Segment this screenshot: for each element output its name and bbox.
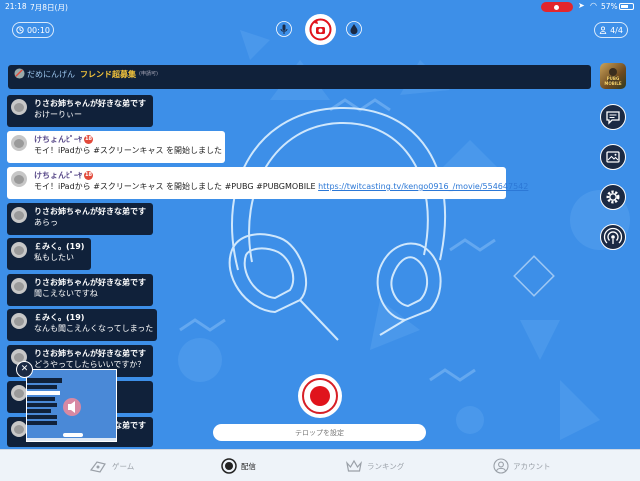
tab-account[interactable]: アカウント xyxy=(493,457,551,475)
comment-author: りさお姉ちゃんが好きな弟です xyxy=(34,207,146,216)
avatar xyxy=(11,313,27,329)
comment-item[interactable]: りさお姉ちゃんが好きな弟です 聞こえないですね xyxy=(7,274,153,306)
wifi-icon: ◠ xyxy=(590,1,597,10)
comment-author: ￡みく。(19) xyxy=(34,313,85,322)
record-button[interactable] xyxy=(298,374,342,418)
comment-author: りさお姉ちゃんが好きな弟です xyxy=(34,99,146,108)
tab-broadcast[interactable]: 配信 xyxy=(221,457,256,475)
banner-name: だめにんげん xyxy=(27,70,75,79)
tab-ranking[interactable]: ランキング xyxy=(345,457,404,475)
avatar xyxy=(11,99,27,115)
tab-label: 配信 xyxy=(241,461,256,471)
avatar xyxy=(11,171,27,187)
rotate-camera-icon xyxy=(309,18,332,41)
banner-tag-sub: (申請可) xyxy=(139,71,158,77)
avatar xyxy=(11,135,27,151)
pip-preview[interactable] xyxy=(26,369,117,442)
banner-tag: フレンド超募集 xyxy=(80,70,136,79)
crown-icon xyxy=(346,459,362,472)
comment-text: モイ！iPadから #スクリーンキャス を開始しました #PUBG #PUBGM… xyxy=(34,182,529,191)
avatar xyxy=(11,278,27,294)
comment-text: あらっ xyxy=(34,218,58,227)
comment-item[interactable]: ￡みく。(19) なんも聞こえんくなってしまった xyxy=(7,309,157,341)
comment-author: ￡みく。(19) xyxy=(34,242,85,251)
game-title: PUBG MOBILE xyxy=(604,76,622,86)
comment-author: けちょんﾋﾟｰﾔ 18 xyxy=(34,135,93,144)
comment-item[interactable]: けちょんﾋﾟｰﾔ 18 モイ！iPadから #スクリーンキャス を開始しました xyxy=(7,131,225,163)
tab-label: ランキング xyxy=(367,461,405,471)
close-icon: ✕ xyxy=(20,364,29,374)
image-icon[interactable] xyxy=(600,144,626,170)
comment-text: 聞こえないですね xyxy=(34,289,98,298)
avatar-icon xyxy=(14,68,25,79)
comment-item[interactable]: りさお姉ちゃんが好きな弟です おけーりぃー xyxy=(7,95,153,127)
caption-input[interactable] xyxy=(213,424,426,441)
bottom-tab-bar: ゲーム 配信 ランキング アカウント xyxy=(0,449,640,481)
game-icon xyxy=(89,461,106,473)
comment-text: 私もしたい xyxy=(34,253,74,262)
tab-label: アカウント xyxy=(513,461,551,471)
camera-toggle-button[interactable] xyxy=(305,14,336,45)
comment-author: りさお姉ちゃんが好きな弟です xyxy=(34,349,146,358)
broadcast-signal-icon[interactable] xyxy=(600,224,626,250)
timer-value: 00:10 xyxy=(26,25,51,35)
avatar xyxy=(11,207,27,223)
comment-text: なんも聞こえんくなってしまった xyxy=(34,324,154,333)
microphone-icon[interactable] xyxy=(276,21,292,37)
account-icon xyxy=(493,458,509,474)
comment-icon[interactable] xyxy=(600,104,626,130)
comment-text: モイ！iPadから #スクリーンキャス を開始しました xyxy=(34,146,223,155)
pip-close-button[interactable]: ✕ xyxy=(16,361,33,378)
avatar xyxy=(11,421,27,437)
comment-author: りさお姉ちゃんが好きな弟です xyxy=(34,278,146,287)
movie-link[interactable]: https://twitcasting.tv/kengo0916_/movie/… xyxy=(318,182,528,191)
comment-author: けちょんﾋﾟｰﾔ 18 xyxy=(34,171,93,180)
age-badge: 18 xyxy=(84,135,93,144)
comment-text: おけーりぃー xyxy=(34,110,82,119)
recording-indicator-icon xyxy=(541,2,573,12)
viewer-count-value: 4/4 xyxy=(610,25,623,35)
gear-icon[interactable] xyxy=(600,184,626,210)
battery-percent: 57% xyxy=(601,2,618,11)
viewer-count: 4/4 xyxy=(594,22,628,38)
avatar xyxy=(11,242,27,258)
location-icon: ➤ xyxy=(578,1,585,10)
avatar xyxy=(11,385,27,401)
status-date: 7月8日(月) xyxy=(30,3,68,12)
announcement-banner[interactable]: だめにんげん フレンド超募集 (申請可) xyxy=(8,65,591,89)
tab-game[interactable]: ゲーム xyxy=(88,457,134,475)
battery-icon xyxy=(619,3,634,10)
broadcast-icon xyxy=(221,458,237,474)
comment-item[interactable]: ￡みく。(19) 私もしたい xyxy=(7,238,91,270)
status-bar: 21:18 7月8日(月) ➤ ◠ 57% xyxy=(0,0,640,14)
pip-screen-thumbnail xyxy=(27,370,116,441)
clock-icon xyxy=(16,26,24,34)
game-thumbnail[interactable]: PUBG MOBILE xyxy=(600,63,626,89)
person-icon xyxy=(599,26,607,34)
water-drop-icon[interactable] xyxy=(346,21,362,37)
tab-label: ゲーム xyxy=(112,461,135,471)
status-time: 21:18 xyxy=(5,2,27,11)
comment-item[interactable]: けちょんﾋﾟｰﾔ 18 モイ！iPadから #スクリーンキャス を開始しました #… xyxy=(7,167,529,199)
comment-item[interactable]: りさお姉ちゃんが好きな弟です あらっ xyxy=(7,203,153,235)
stream-timer: 00:10 xyxy=(12,22,54,38)
age-badge: 18 xyxy=(84,171,93,180)
